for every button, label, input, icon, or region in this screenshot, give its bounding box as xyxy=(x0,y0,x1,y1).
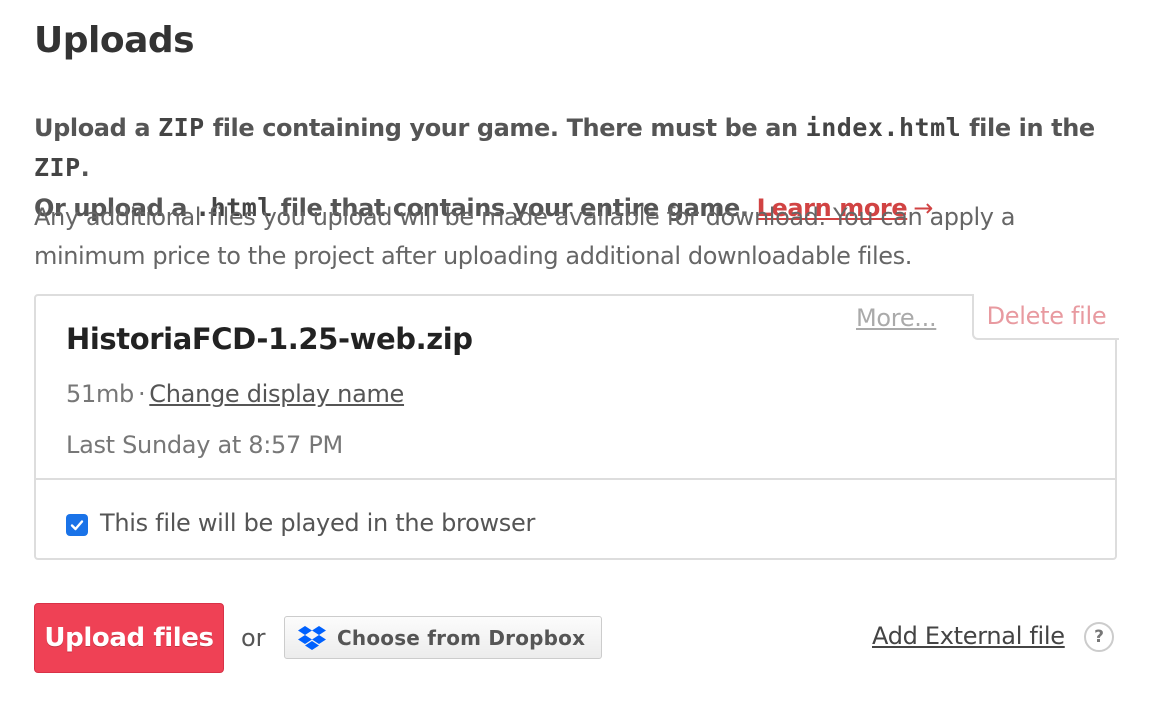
change-display-name-link[interactable]: Change display name xyxy=(149,380,404,408)
played-in-browser-label: This file will be played in the browser xyxy=(100,509,536,537)
uploaded-file-card: HistoriaFCD-1.25-web.zip 51mb · Change dis… xyxy=(34,294,1119,560)
add-external-file-link[interactable]: Add External file xyxy=(872,622,1065,650)
upload-files-button[interactable]: Upload files xyxy=(34,603,224,673)
dropbox-button-label: Choose from Dropbox xyxy=(337,625,586,650)
code-zip: ZIP xyxy=(158,113,205,142)
code-index-html: index.html xyxy=(805,113,962,142)
file-name: HistoriaFCD-1.25-web.zip xyxy=(66,322,473,356)
choose-from-dropbox-button[interactable]: Choose from Dropbox xyxy=(284,616,602,659)
or-label: or xyxy=(241,624,266,652)
played-in-browser-option: This file will be played in the browser xyxy=(66,509,535,537)
page-title: Uploads xyxy=(34,20,195,61)
file-size: 51mb xyxy=(66,380,134,408)
meta-separator: · xyxy=(137,380,146,408)
file-upload-date: Last Sunday at 8:57 PM xyxy=(66,431,343,459)
checkmark-icon xyxy=(70,520,84,531)
delete-file-button[interactable]: Delete file xyxy=(972,294,1119,340)
additional-files-note: Any additional files you upload will be … xyxy=(34,203,1016,270)
code-zip-2: ZIP xyxy=(34,153,81,182)
instructions-line-1: Upload a ZIP file containing your game. … xyxy=(34,113,1095,182)
help-icon[interactable]: ? xyxy=(1084,622,1114,652)
file-info: HistoriaFCD-1.25-web.zip 51mb · Change dis… xyxy=(36,294,1119,480)
dropbox-icon xyxy=(298,625,326,650)
file-meta: 51mb · Change display name xyxy=(66,380,404,408)
played-in-browser-checkbox[interactable] xyxy=(66,514,88,536)
more-options-link[interactable]: More... xyxy=(856,304,937,332)
